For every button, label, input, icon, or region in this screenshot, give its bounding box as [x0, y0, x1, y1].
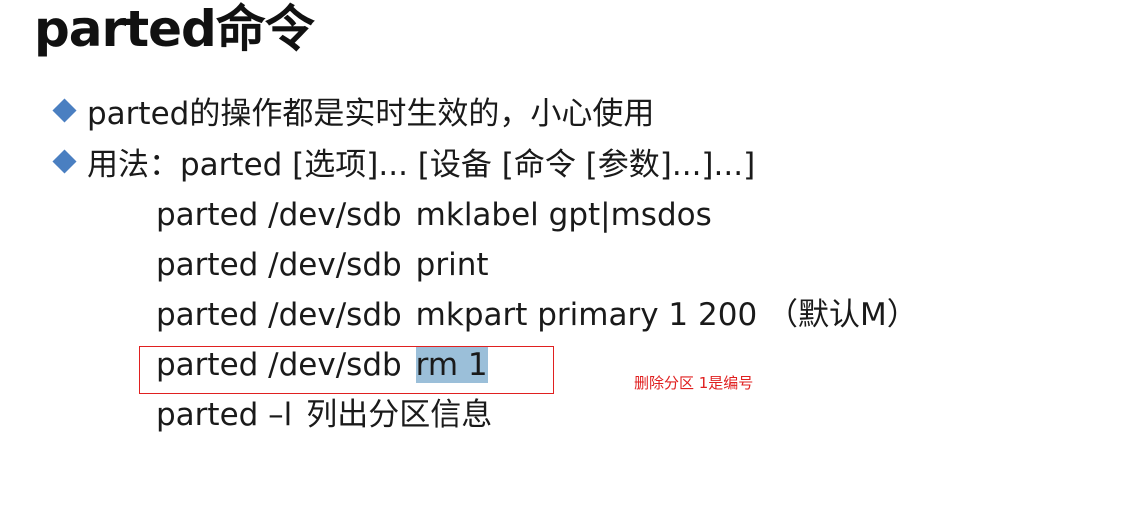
command-device: parted /dev/sdb — [156, 247, 402, 283]
command-device: parted /dev/sdb — [156, 297, 402, 333]
diamond-bullet-icon — [52, 149, 77, 174]
slide-title: parted命令 — [34, 0, 315, 58]
bullet-text: 用法：parted [选项]... [设备 [命令 [参数]...]...] — [87, 147, 756, 183]
command-device: parted –l — [156, 397, 293, 433]
command-action: 列出分区信息 — [306, 397, 493, 433]
command-action: mkpart primary 1 200 （默认M） — [415, 297, 918, 333]
bullet-item-usage: 用法：parted [选项]... [设备 [命令 [参数]...]...] — [52, 145, 755, 185]
command-line-list: parted –l 列出分区信息 — [156, 395, 492, 435]
command-line-mkpart: parted /dev/sdb mkpart primary 1 200 （默认M… — [156, 295, 918, 335]
annotation-text: 删除分区 1是编号 — [634, 374, 754, 392]
command-action: mklabel gpt|msdos — [415, 197, 712, 233]
bullet-item-realtime: parted的操作都是实时生效的，小心使用 — [52, 94, 654, 134]
command-device: parted /dev/sdb — [156, 197, 402, 233]
annotation-box — [139, 346, 554, 394]
bullet-text: parted的操作都是实时生效的，小心使用 — [87, 96, 655, 132]
command-action: print — [415, 247, 489, 283]
command-line-print: parted /dev/sdb print — [156, 245, 489, 285]
command-line-mklabel: parted /dev/sdb mklabel gpt|msdos — [156, 195, 712, 235]
diamond-bullet-icon — [52, 98, 77, 123]
